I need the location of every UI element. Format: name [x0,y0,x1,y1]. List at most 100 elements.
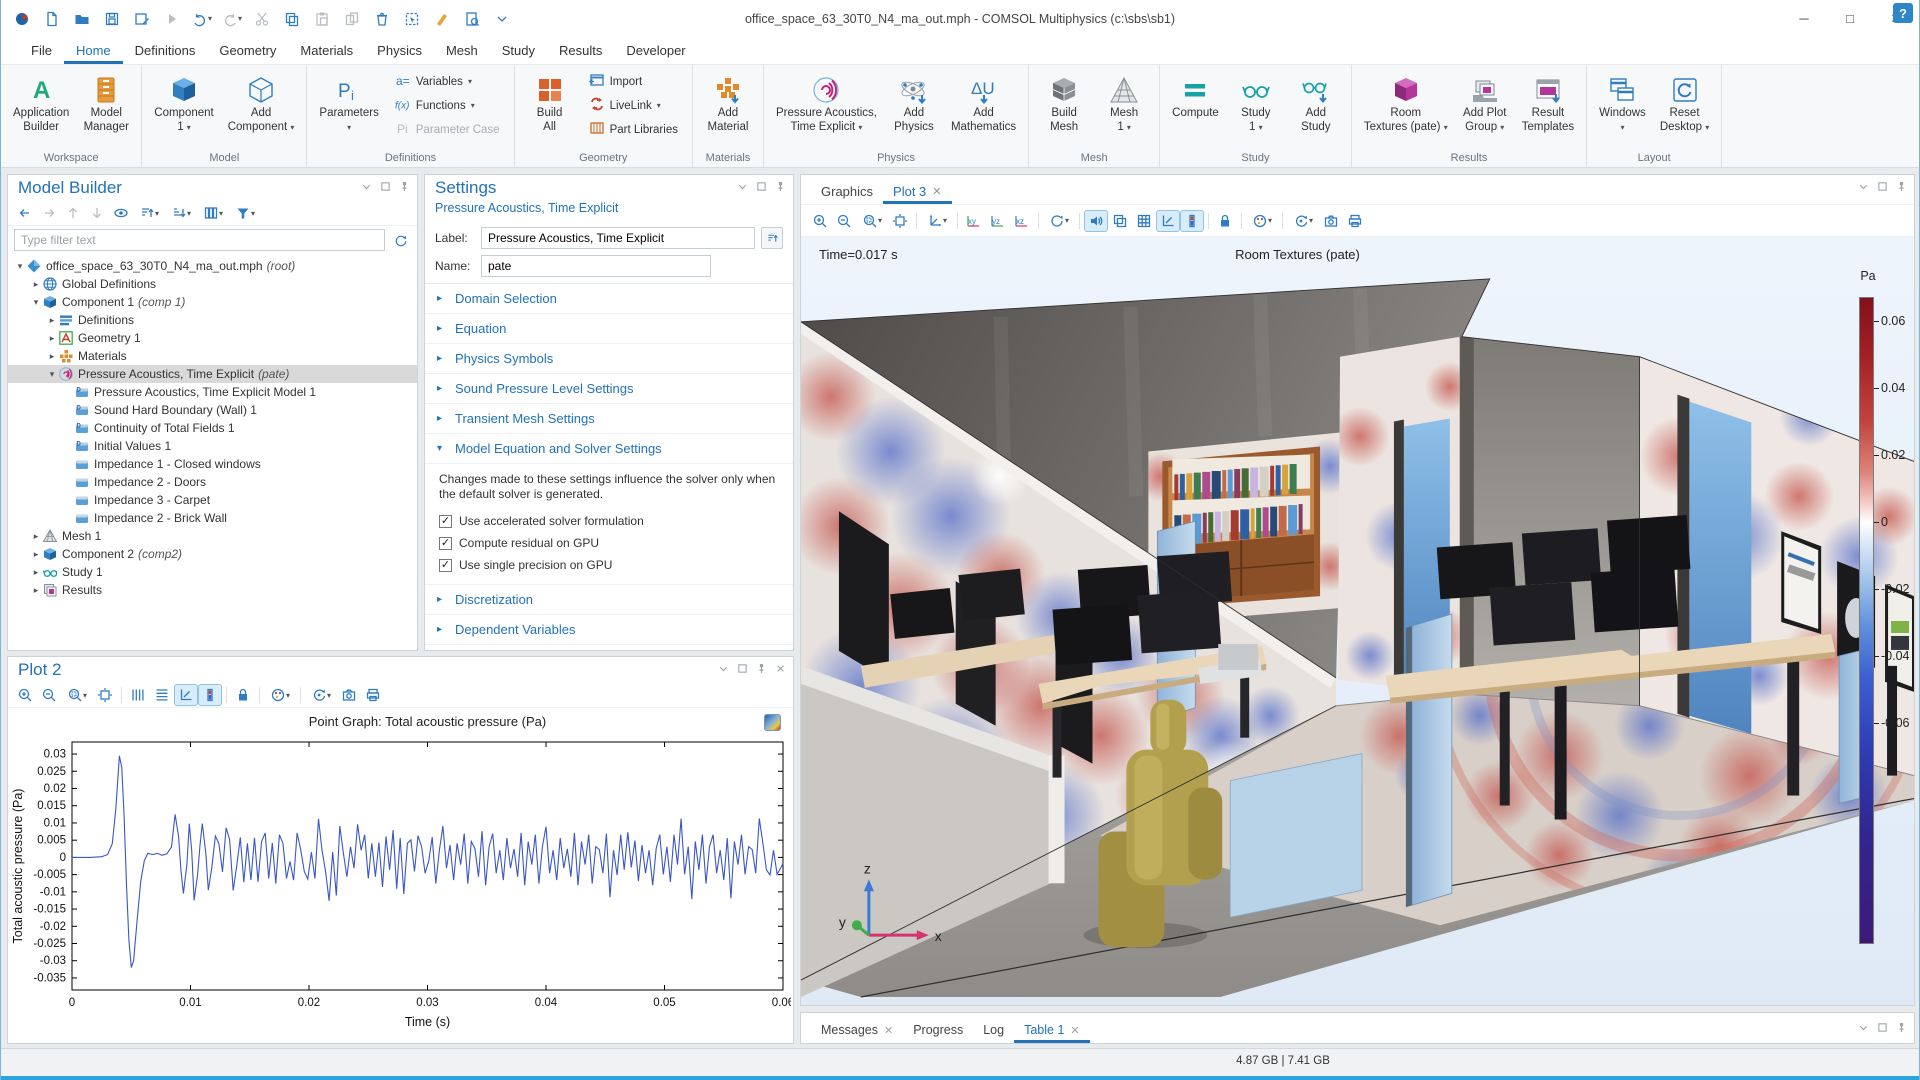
ribbon-button-part-libraries[interactable]: Part Libraries [585,119,682,140]
sort-asc-button[interactable]: ▾ [134,203,164,223]
ribbon-button-variables[interactable]: a= Variables ▾ [391,71,504,92]
nav-back-button[interactable] [14,203,36,223]
ribbon-button-application-builder[interactable]: A Application Builder [7,69,75,150]
section-physics-symbols[interactable]: ▸ Physics Symbols [425,344,793,374]
float-icon[interactable] [1876,180,1889,196]
tree-item-study-1[interactable]: ▸ Study 1 [8,563,417,581]
tree-item-impedance-3-carpet[interactable]: Impedance 3 - Carpet [8,491,417,509]
tab-plot-3[interactable]: Plot 3 ✕ [883,179,952,204]
tree-item-geometry-1[interactable]: ▸ Geometry 1 [8,329,417,347]
tree-item-sound-hard-boundary-wall-1[interactable]: D Sound Hard Boundary (Wall) 1 [8,401,417,419]
ribbon-button-import[interactable]: Import [585,71,682,92]
caret-down-icon[interactable] [736,180,749,196]
pin-icon[interactable] [1895,1021,1908,1037]
tab-messages[interactable]: Messages ✕ [811,1017,903,1043]
section-domain-selection[interactable]: ▸ Domain Selection [425,284,793,314]
tab-log[interactable]: Log [973,1017,1014,1043]
section-transient-mesh-settings[interactable]: ▸ Transient Mesh Settings [425,404,793,434]
speaker-button[interactable] [1084,209,1108,232]
tab-progress[interactable]: Progress [903,1017,973,1043]
chevron-right-icon[interactable]: ▸ [30,585,42,596]
tree-item-impedance-2-doors[interactable]: Impedance 2 - Doors [8,473,417,491]
tab-table-1[interactable]: Table 1 ✕ [1014,1017,1090,1043]
zoom-box-button[interactable]: ▾ [857,211,887,231]
search-doc-icon[interactable] [459,6,485,32]
tree-item-results[interactable]: ▸ Results [8,581,417,599]
chevron-right-icon[interactable]: ▸ [46,315,58,326]
menu-file[interactable]: File [19,39,64,64]
overflow-icon[interactable] [489,6,515,32]
menu-geometry[interactable]: Geometry [207,39,288,64]
caret-down-icon[interactable] [1857,1021,1870,1037]
nav-fwd-button[interactable] [38,203,60,223]
ribbon-button-add-plot-group[interactable]: Add Plot Group ▾ [1456,69,1514,150]
close-tab-icon[interactable]: ✕ [884,1024,893,1037]
checkbox-icon[interactable]: ✓ [439,514,452,528]
tree-filter-input[interactable] [14,229,385,251]
tree-item-continuity-of-total-fields-1[interactable]: D Continuity of Total Fields 1 [8,419,417,437]
tab-graphics[interactable]: Graphics [811,179,883,204]
pin-icon[interactable] [774,180,787,196]
ribbon-button-build-all[interactable]: Build All [521,69,579,150]
zoom-in-button[interactable] [14,685,36,705]
ribbon-button-parameters[interactable]: Pi Parameters ▾ [313,69,384,150]
chevron-right-icon[interactable]: ▸ [46,333,58,344]
menu-home[interactable]: Home [63,39,123,64]
float-icon[interactable] [755,180,768,196]
ribbon-button-mesh-1[interactable]: Mesh 1 ▾ [1095,69,1153,150]
chevron-right-icon[interactable]: ▸ [30,531,42,542]
camera-button[interactable] [1320,211,1342,231]
duplicate-icon[interactable] [339,6,365,32]
eye-button[interactable] [110,203,132,223]
section-sound-pressure-level-settings[interactable]: ▸ Sound Pressure Level Settings [425,374,793,404]
redo-icon[interactable]: ▾ [219,6,245,32]
print-button[interactable] [1344,211,1366,231]
section-discretization[interactable]: ▸ Discretization [425,585,793,615]
view-yz-button[interactable]: yz [987,211,1009,231]
chevron-down-icon[interactable]: ▾ [30,297,42,308]
checkbox-icon[interactable]: ✓ [439,558,452,572]
zoom-box-button[interactable]: ▾ [62,685,92,705]
minimize-button[interactable]: ─ [1781,0,1827,37]
undo-icon[interactable]: ▾ [189,6,215,32]
graphics-canvas[interactable]: z x y Time=0.017 s Room Textures (pate) … [801,237,1914,1005]
zoom-in-button[interactable] [809,211,831,231]
ribbon-button-functions[interactable]: f(x) Functions ▾ [391,95,504,116]
axis-arrows-button[interactable]: ▾ [922,211,952,231]
marker-icon[interactable] [429,6,455,32]
grid-h-button[interactable] [151,685,173,705]
menu-materials[interactable]: Materials [288,39,365,64]
camera-button[interactable] [338,685,360,705]
maximize-button[interactable]: □ [1827,0,1873,37]
ribbon-button-model-manager[interactable]: Model Manager [77,69,135,150]
pin-icon[interactable] [398,180,411,196]
tree-item-impedance-2-brick-wall[interactable]: Impedance 2 - Brick Wall [8,509,417,527]
grid-v-button[interactable] [127,685,149,705]
chevron-down-icon[interactable]: ▾ [46,369,58,380]
ribbon-button-parameter-case[interactable]: Pi Parameter Case [391,119,504,140]
menu-results[interactable]: Results [547,39,614,64]
section-dependent-variables[interactable]: ▸ Dependent Variables [425,615,793,645]
palette-button[interactable]: ▾ [265,685,295,705]
zoom-out-button[interactable] [833,211,855,231]
chevron-right-icon[interactable]: ▸ [30,279,42,290]
float-icon[interactable] [1876,1021,1889,1037]
menu-definitions[interactable]: Definitions [123,39,208,64]
ribbon-button-livelink[interactable]: LiveLink ▾ [585,95,682,116]
checkbox-use-accelerated-solver-formulation[interactable]: ✓ Use accelerated solver formulation [439,510,779,532]
ribbon-button-component-1[interactable]: Component 1 ▾ [148,69,219,150]
ribbon-button-add-study[interactable]: Add Study [1287,69,1345,150]
save-as-icon[interactable] [129,6,155,32]
close-tab-icon[interactable]: ✕ [1070,1024,1079,1037]
ribbon-button-add-mathematics[interactable]: ΔU Add Mathematics [945,69,1022,150]
refresh-icon[interactable] [389,230,411,250]
menu-physics[interactable]: Physics [365,39,434,64]
ribbon-button-study-1[interactable]: Study 1 ▾ [1227,69,1285,150]
caret-down-icon[interactable] [1857,180,1870,196]
checkbox-use-single-precision-on-gpu[interactable]: ✓ Use single precision on GPU [439,554,779,576]
zoom-out-button[interactable] [38,685,60,705]
menu-mesh[interactable]: Mesh [434,39,490,64]
tree-item-mesh-1[interactable]: ▸ Mesh 1 [8,527,417,545]
name-field-input[interactable] [481,255,711,277]
chevron-down-icon[interactable]: ▾ [14,261,26,272]
